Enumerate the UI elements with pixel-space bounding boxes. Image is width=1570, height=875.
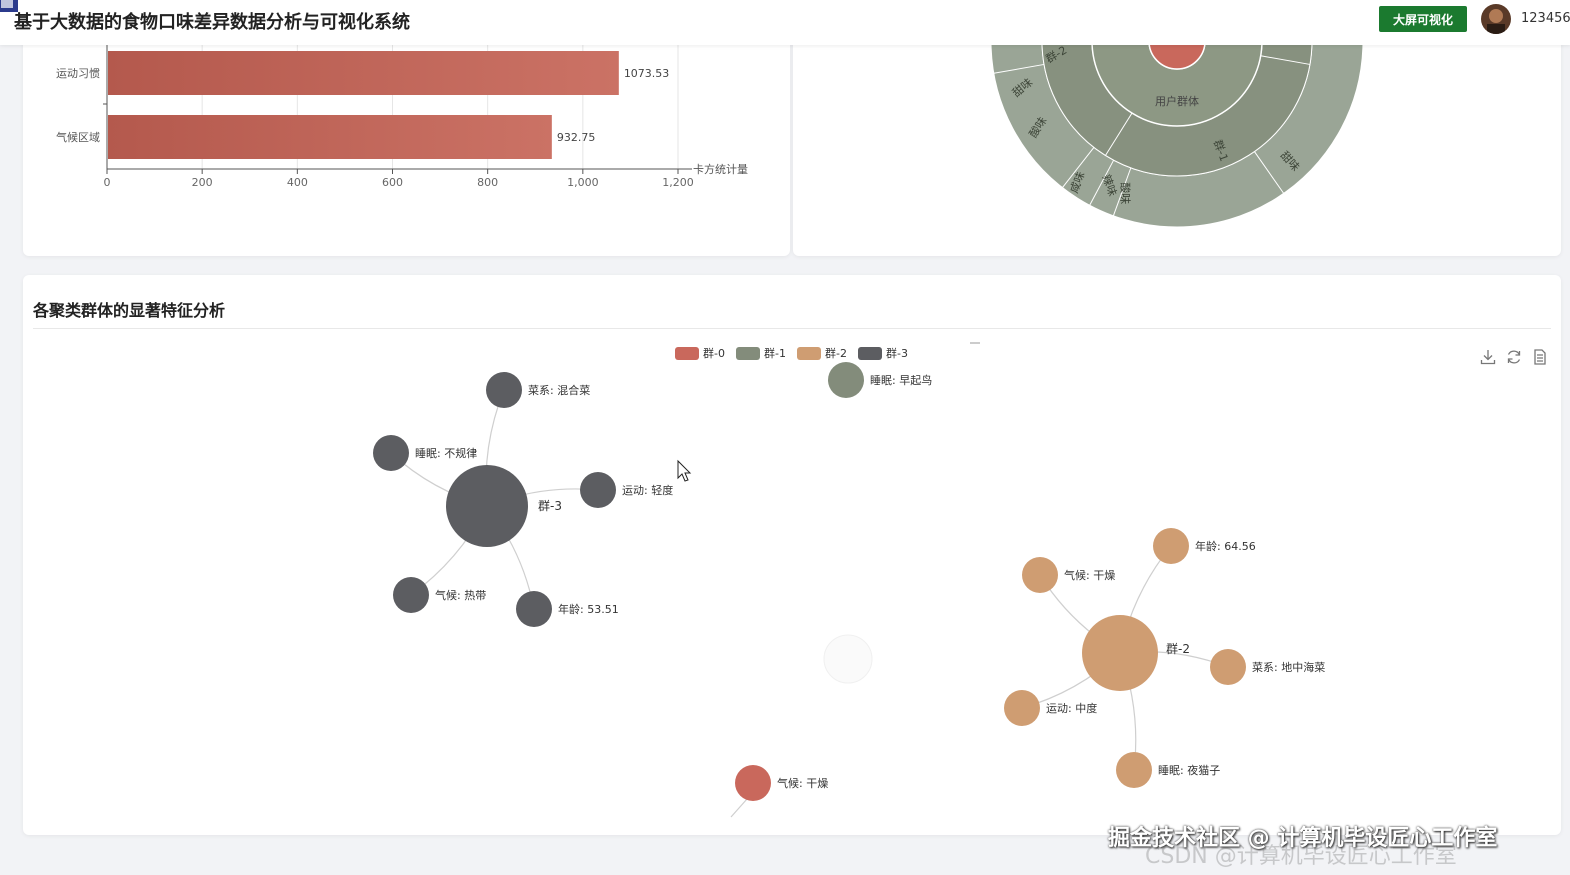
graph-hub-node[interactable]: [1082, 615, 1158, 691]
graph-node-label: 睡眠: 夜猫子: [1158, 763, 1220, 777]
graph-node-label: 年龄: 53.51: [558, 602, 619, 616]
bar[interactable]: [108, 51, 619, 95]
graph-node[interactable]: [373, 435, 409, 471]
graph-node[interactable]: [1210, 649, 1246, 685]
graph-link: [730, 798, 748, 818]
graph-node-label: 睡眠: 不规律: [415, 446, 477, 460]
app-title: 基于大数据的食物口味差异数据分析与可视化系统: [14, 12, 410, 33]
graph-node[interactable]: [1004, 690, 1040, 726]
graph-node-label: 群-3: [538, 499, 562, 513]
graph-node[interactable]: [580, 472, 616, 508]
legend-label[interactable]: 群-0: [703, 346, 725, 360]
bar-value-label: 1073.53: [624, 67, 670, 80]
graph-node-label: 气候: 干燥: [1064, 568, 1115, 582]
x-tick-label: 600: [382, 176, 403, 189]
sunburst-segment-label: 酸味: [1119, 182, 1133, 204]
bar-value-label: 932.75: [557, 131, 596, 144]
graph-node-label: 运动: 轻度: [622, 483, 673, 497]
sunburst-root-label: 用户群体: [1155, 94, 1199, 108]
graph-node[interactable]: [1116, 752, 1152, 788]
y-category-label: 运动习惯: [56, 66, 100, 80]
x-tick-label: 0: [104, 176, 111, 189]
legend-label[interactable]: 群-2: [825, 346, 847, 360]
top-bar: 基于大数据的食物口味差异数据分析与可视化系统 大屏可视化 123456: [0, 0, 1570, 45]
x-tick-label: 400: [287, 176, 308, 189]
chi-square-bar-chart: 0 200 400 600 800 1,000 1,200 运动习惯 1073.53 气候区域 93…: [56, 30, 748, 189]
graph-node-label: 菜系: 混合菜: [528, 383, 590, 397]
graph-node[interactable]: [516, 591, 552, 627]
x-tick-label: 200: [192, 176, 213, 189]
x-tick-label: 1,200: [662, 176, 694, 189]
legend-swatch[interactable]: [736, 347, 760, 360]
graph-node[interactable]: [735, 765, 771, 801]
graph-node-label: 运动: 中度: [1046, 701, 1097, 715]
graph-node[interactable]: [393, 577, 429, 613]
x-axis-title: 卡方统计量: [693, 162, 748, 176]
graph-node-label: 气候: 干燥: [777, 776, 828, 790]
graph-node-label: 群-2: [1166, 642, 1190, 656]
user-avatar-icon: [1481, 4, 1511, 34]
graph-node-label: 年龄: 64.56: [1195, 539, 1256, 553]
username[interactable]: 123456: [1521, 11, 1570, 26]
graph-node-label: 菜系: 地中海菜: [1252, 660, 1325, 674]
graph-node[interactable]: [828, 362, 864, 398]
chi-square-bar-card: 0 200 400 600 800 1,000 1,200 运动习惯 1073.53 气候区域 93…: [23, 30, 790, 256]
graph-node-label: 气候: 热带: [435, 588, 486, 602]
legend-label[interactable]: 群-1: [764, 346, 786, 360]
x-tick-label: 1,000: [567, 176, 599, 189]
legend-swatch[interactable]: [858, 347, 882, 360]
user-group-sunburst-card: 用户群体咸味辣味甜味群-1酸味辣味咸味酸味甜味群-2咸味: [793, 30, 1561, 256]
big-screen-button[interactable]: 大屏可视化: [1379, 6, 1467, 32]
legend-label[interactable]: 群-3: [886, 346, 908, 360]
cluster-feature-card: 各聚类群体的显著特征分析 群-0 群-1 群-2 群-3 群-3 菜系: 混合菜 睡眠: 不…: [23, 275, 1561, 835]
bar[interactable]: [108, 115, 552, 159]
avatar[interactable]: [1481, 4, 1511, 34]
cluster-graph-chart: 群-0 群-1 群-2 群-3 群-3 菜系: 混合菜睡眠: 不规律运动: 轻度气候: 热…: [373, 342, 1325, 818]
legend-swatch[interactable]: [675, 347, 699, 360]
legend-swatch[interactable]: [797, 347, 821, 360]
user-group-sunburst-chart: 用户群体咸味辣味甜味群-1酸味辣味咸味酸味甜味群-2咸味: [990, 30, 1364, 228]
x-tick-label: 800: [477, 176, 498, 189]
watermark-juejin: 掘金技术社区 @ 计算机毕设匠心工作室: [1108, 826, 1498, 851]
graph-node[interactable]: [486, 372, 522, 408]
mouse-cursor-icon: [677, 459, 692, 482]
graph-ghost-node: [823, 634, 873, 684]
graph-node[interactable]: [1153, 528, 1189, 564]
graph-node-label: 睡眠: 早起鸟: [870, 373, 932, 387]
y-category-label: 气候区域: [56, 130, 100, 144]
graph-hub-node[interactable]: [446, 465, 528, 547]
graph-node[interactable]: [1022, 557, 1058, 593]
